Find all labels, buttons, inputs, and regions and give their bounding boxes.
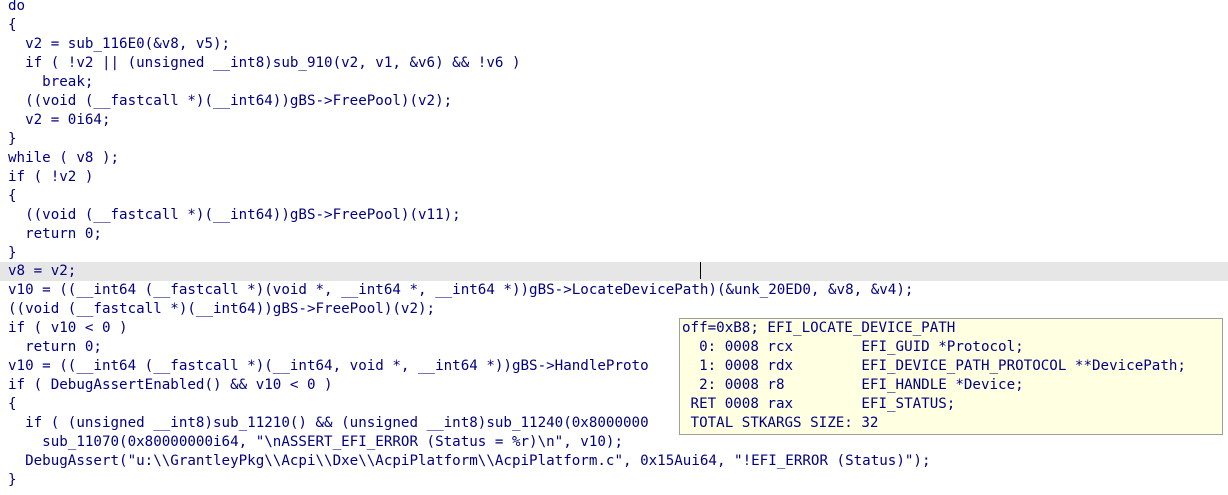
- hint-line: RET 0008 rax EFI_STATUS;: [682, 396, 956, 412]
- hint-line: 0: 0008 rcx EFI_GUID *Protocol;: [682, 339, 1024, 355]
- code-line[interactable]: v2 = sub_116E0(&v8, v5);: [0, 35, 1228, 54]
- hint-line: off=0xB8; EFI_LOCATE_DEVICE_PATH: [682, 320, 956, 336]
- code-line[interactable]: if ( !v2 ): [0, 168, 1228, 187]
- code-line[interactable]: }: [0, 130, 1228, 149]
- code-line[interactable]: return 0;: [0, 225, 1228, 244]
- code-line[interactable]: v10 = ((__int64 (__fastcall *)(void *, _…: [0, 281, 1228, 300]
- code-line[interactable]: sub_11070(0x80000000i64, "\nASSERT_EFI_E…: [0, 433, 1228, 452]
- code-line[interactable]: ((void (__fastcall *)(__int64))gBS->Free…: [0, 206, 1228, 225]
- hint-line: 1: 0008 rdx EFI_DEVICE_PATH_PROTOCOL **D…: [682, 358, 1186, 374]
- code-line[interactable]: {: [0, 187, 1228, 206]
- code-line[interactable]: v2 = 0i64;: [0, 111, 1228, 130]
- code-line[interactable]: while ( v8 );: [0, 149, 1228, 168]
- hint-line: TOTAL STKARGS SIZE: 32: [682, 415, 879, 431]
- code-line[interactable]: }: [0, 471, 1228, 490]
- code-line[interactable]: if ( !v2 || (unsigned __int8)sub_910(v2,…: [0, 54, 1228, 73]
- code-line[interactable]: ((void (__fastcall *)(__int64))gBS->Free…: [0, 300, 1228, 319]
- hint-line: 2: 0008 r8 EFI_HANDLE *Device;: [682, 377, 1024, 393]
- code-line[interactable]: break;: [0, 73, 1228, 92]
- code-line[interactable]: ((void (__fastcall *)(__int64))gBS->Free…: [0, 92, 1228, 111]
- code-line[interactable]: {: [0, 16, 1228, 35]
- code-line[interactable]: do: [0, 0, 1228, 16]
- code-line-current[interactable]: v8 = v2;: [0, 262, 1228, 281]
- code-line[interactable]: DebugAssert("u:\\GrantleyPkg\\Acpi\\Dxe\…: [0, 452, 1228, 471]
- type-hint-tooltip: off=0xB8; EFI_LOCATE_DEVICE_PATH 0: 0008…: [679, 318, 1223, 435]
- text-caret: [700, 262, 701, 279]
- code-line[interactable]: }: [0, 244, 1228, 263]
